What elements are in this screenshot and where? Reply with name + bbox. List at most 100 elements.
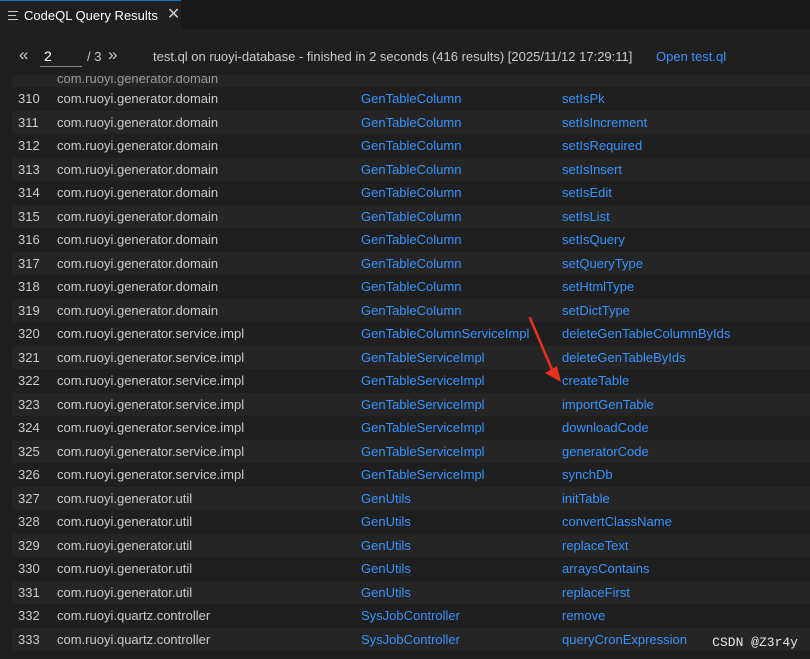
close-icon[interactable]: ✕: [167, 7, 180, 23]
class-link[interactable]: GenTableColumn: [361, 303, 461, 319]
package-cell: com.ruoyi.generator.util: [57, 561, 193, 576]
open-query-link[interactable]: Open test.ql: [656, 49, 726, 64]
method-link[interactable]: downloadCode: [562, 420, 649, 436]
partial-table-row: com.ruoyi.generator.domain: [12, 75, 810, 87]
class-link[interactable]: GenTableServiceImpl: [361, 467, 485, 483]
method-link[interactable]: convertClassName: [562, 514, 672, 530]
table-row[interactable]: 329 com.ruoyi.generator.util GenUtils repla…: [12, 533, 810, 557]
class-link[interactable]: GenTableServiceImpl: [361, 397, 485, 413]
row-number: 320: [18, 326, 40, 341]
row-number: 325: [18, 443, 40, 459]
table-row[interactable]: 330 com.ruoyi.generator.util GenUtils array…: [12, 557, 810, 581]
method-link[interactable]: importGenTable: [562, 397, 654, 413]
table-row[interactable]: 319 com.ruoyi.generator.domain GenTableCol…: [12, 298, 810, 322]
row-number: 319: [18, 302, 40, 318]
package-cell: com.ruoyi.generator.domain: [57, 161, 219, 177]
class-link[interactable]: GenUtils: [361, 491, 411, 507]
row-number: 311: [18, 114, 39, 130]
class-link[interactable]: GenTableColumnServiceImpl: [361, 326, 529, 342]
table-row[interactable]: 314 com.ruoyi.generator.domain GenTableCol…: [12, 181, 810, 205]
class-link[interactable]: GenTableColumn: [361, 209, 461, 225]
class-link[interactable]: SysJobController: [361, 632, 460, 648]
class-link[interactable]: GenTableServiceImpl: [361, 444, 485, 460]
page-number-input[interactable]: [40, 45, 82, 67]
method-link[interactable]: setIsQuery: [562, 232, 625, 248]
table-row[interactable]: 324 com.ruoyi.generator.service.impl GenTa…: [12, 416, 810, 440]
table-row[interactable]: 312 com.ruoyi.generator.domain GenTableCol…: [12, 134, 810, 158]
method-link[interactable]: arraysContains: [562, 561, 649, 577]
table-row[interactable]: 315 com.ruoyi.generator.domain GenTableCol…: [12, 204, 810, 228]
table-row[interactable]: 311 com.ruoyi.generator.domain GenTableCol…: [12, 110, 810, 134]
package-cell: com.ruoyi.generator.domain: [57, 232, 219, 247]
method-link[interactable]: createTable: [562, 373, 629, 389]
method-link[interactable]: setIsList: [562, 209, 610, 225]
next-page-button[interactable]: »: [108, 45, 117, 65]
class-link[interactable]: GenTableColumn: [361, 279, 461, 295]
package-cell: com.ruoyi.quartz.controller: [57, 608, 211, 623]
table-row[interactable]: 328 com.ruoyi.generator.util GenUtils conve…: [12, 510, 810, 534]
class-link[interactable]: GenTableColumn: [361, 162, 461, 178]
class-link[interactable]: GenUtils: [361, 538, 411, 554]
table-row[interactable]: 331 com.ruoyi.generator.util GenUtils repla…: [12, 580, 810, 604]
method-link[interactable]: setIsEdit: [562, 185, 612, 201]
table-row[interactable]: 327 com.ruoyi.generator.util GenUtils initT…: [12, 486, 810, 510]
package-cell: com.ruoyi.generator.service.impl: [57, 326, 245, 341]
table-row[interactable]: 323 com.ruoyi.generator.service.impl GenTa…: [12, 392, 810, 416]
method-link[interactable]: setIsInsert: [562, 162, 622, 178]
class-link[interactable]: GenTableColumn: [361, 185, 461, 201]
class-link[interactable]: GenUtils: [361, 585, 411, 601]
method-link[interactable]: setHtmlType: [562, 279, 634, 295]
table-row[interactable]: 320 com.ruoyi.generator.service.impl GenTa…: [12, 322, 810, 346]
table-row[interactable]: 333 com.ruoyi.quartz.controller SysJobCont…: [12, 627, 810, 651]
method-link[interactable]: synchDb: [562, 467, 613, 483]
results-table[interactable]: com.ruoyi.generator.domain 310 com.ruoyi.…: [12, 75, 810, 659]
row-number: 315: [18, 208, 40, 224]
class-link[interactable]: GenTableColumn: [361, 256, 461, 272]
package-cell: com.ruoyi.generator.domain: [57, 208, 219, 224]
package-cell: com.ruoyi.generator.domain: [57, 114, 219, 130]
table-row[interactable]: 321 com.ruoyi.generator.service.impl GenTa…: [12, 345, 810, 369]
query-status: test.ql on ruoyi-database - finished in …: [153, 49, 633, 64]
table-row[interactable]: 318 com.ruoyi.generator.domain GenTableCol…: [12, 275, 810, 299]
table-row[interactable]: 326 com.ruoyi.generator.service.impl GenTa…: [12, 463, 810, 487]
method-link[interactable]: deleteGenTableColumnByIds: [562, 326, 730, 342]
method-link[interactable]: queryCronExpression: [562, 632, 687, 648]
method-link[interactable]: replaceText: [562, 538, 628, 554]
method-link[interactable]: setIsIncrement: [562, 115, 647, 131]
class-link[interactable]: GenTableServiceImpl: [361, 350, 485, 366]
class-link[interactable]: GenTableServiceImpl: [361, 373, 485, 389]
method-link[interactable]: generatorCode: [562, 444, 649, 460]
table-row[interactable]: 310 com.ruoyi.generator.domain GenTableCol…: [12, 87, 810, 111]
row-number: 327: [18, 490, 40, 506]
table-row[interactable]: 332 com.ruoyi.quartz.controller SysJobCont…: [12, 604, 810, 628]
table-row[interactable]: 322 com.ruoyi.generator.service.impl GenTa…: [12, 369, 810, 393]
method-link[interactable]: deleteGenTableByIds: [562, 350, 686, 366]
row-number: 312: [18, 138, 40, 153]
table-row[interactable]: 325 com.ruoyi.generator.service.impl GenTa…: [12, 439, 810, 463]
method-link[interactable]: remove: [562, 608, 605, 624]
tab-codeql-query-results[interactable]: CodeQL Query Results ✕: [0, 0, 181, 29]
row-number: 328: [18, 514, 40, 529]
method-link[interactable]: setIsPk: [562, 91, 605, 107]
table-row[interactable]: 316 com.ruoyi.generator.domain GenTableCol…: [12, 228, 810, 252]
method-link[interactable]: setIsRequired: [562, 138, 642, 154]
tab-title: CodeQL Query Results: [24, 7, 158, 23]
class-link[interactable]: GenUtils: [361, 561, 411, 577]
class-link[interactable]: GenTableColumn: [361, 91, 461, 107]
method-link[interactable]: setQueryType: [562, 256, 643, 272]
class-link[interactable]: SysJobController: [361, 608, 460, 624]
class-link[interactable]: GenTableColumn: [361, 115, 461, 131]
class-link[interactable]: GenTableColumn: [361, 138, 461, 154]
table-row[interactable]: 313 com.ruoyi.generator.domain GenTableCol…: [12, 157, 810, 181]
row-number: 314: [18, 185, 40, 200]
method-link[interactable]: replaceFirst: [562, 585, 630, 601]
table-row[interactable]: 317 com.ruoyi.generator.domain GenTableCol…: [12, 251, 810, 275]
method-link[interactable]: setDictType: [562, 303, 630, 319]
package-cell: com.ruoyi.generator.service.impl: [57, 420, 245, 435]
class-link[interactable]: GenTableServiceImpl: [361, 420, 485, 436]
row-number: 310: [18, 91, 40, 106]
previous-page-button[interactable]: «: [19, 45, 28, 65]
class-link[interactable]: GenUtils: [361, 514, 411, 530]
method-link[interactable]: initTable: [562, 491, 610, 507]
class-link[interactable]: GenTableColumn: [361, 232, 461, 248]
